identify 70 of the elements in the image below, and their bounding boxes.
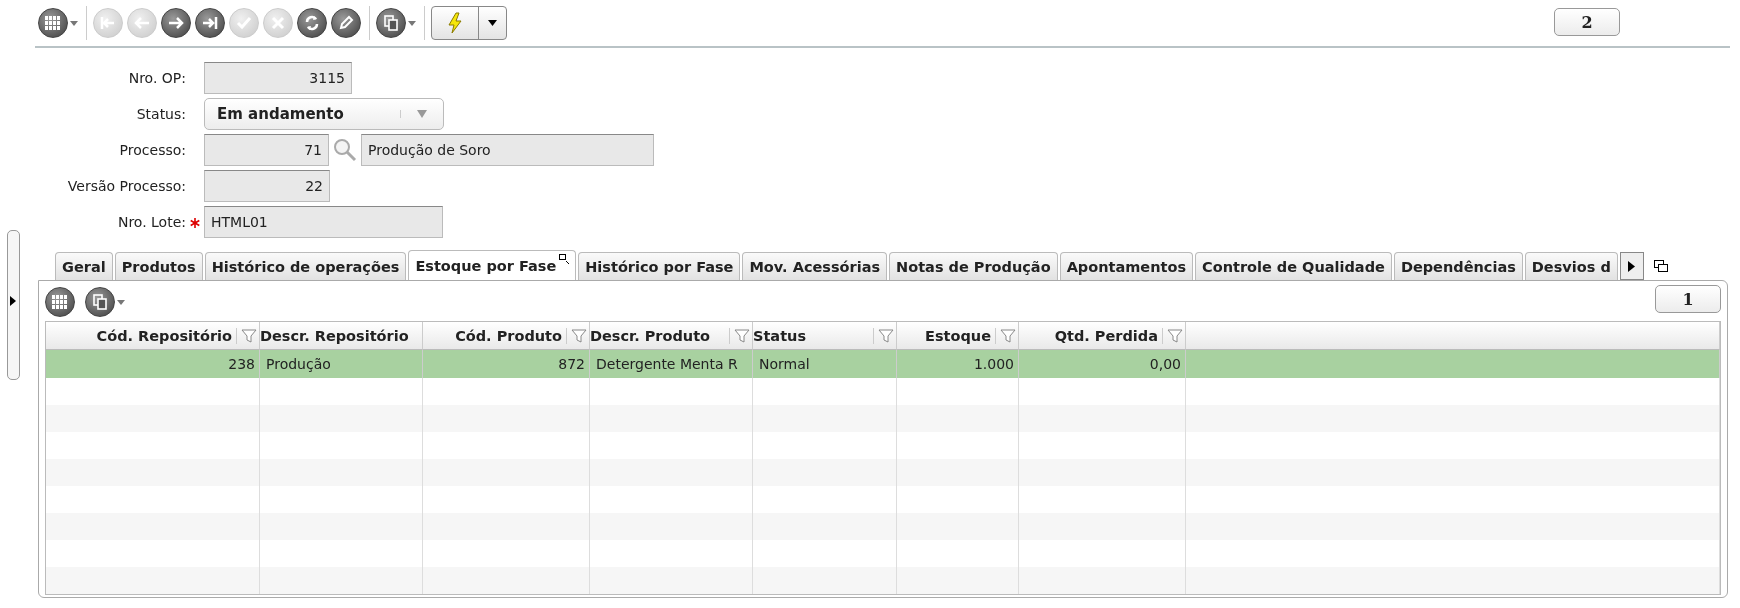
caret-icon [488, 20, 497, 26]
caret-right-icon [10, 296, 16, 306]
column-header[interactable]: Estoque [897, 322, 1019, 350]
tab[interactable]: Histórico por Fase [578, 252, 741, 280]
input-field[interactable]: 3115 [204, 62, 352, 94]
arrow-right-icon [168, 16, 184, 30]
tab[interactable]: Apontamentos [1059, 252, 1194, 280]
input-field[interactable]: 22 [204, 170, 330, 202]
tab[interactable]: Dependências [1393, 252, 1523, 280]
last-icon [202, 16, 218, 30]
refresh-button[interactable] [297, 8, 327, 38]
filter-icon[interactable] [995, 327, 1016, 344]
arrow-left-icon [134, 16, 150, 30]
pencil-icon [338, 15, 354, 31]
column-header[interactable]: Qtd. Perdida [1019, 322, 1186, 350]
description-field: Produção de Soro [361, 134, 654, 166]
side-panel-handle[interactable] [7, 230, 20, 380]
tab[interactable]: Estoque por Fase [408, 250, 577, 280]
input-field[interactable]: HTML01 [204, 206, 443, 238]
lightning-icon [447, 12, 463, 34]
last-record-button[interactable] [195, 8, 225, 38]
copy-icon [383, 15, 399, 31]
column-header[interactable]: Cód. Repositório [46, 322, 260, 350]
field-label: Nro. Lote: [116, 214, 186, 230]
asterisk-icon [190, 217, 200, 228]
tab[interactable]: Geral [55, 252, 113, 280]
status-select[interactable]: Em andamento [204, 98, 444, 130]
first-icon [100, 16, 116, 30]
filter-icon[interactable] [236, 327, 257, 344]
filter-icon[interactable] [566, 327, 587, 344]
copy-button[interactable] [376, 8, 406, 38]
caret-icon [408, 20, 416, 26]
copy-icon [92, 294, 108, 310]
grid-icon [45, 16, 61, 30]
refresh-icon [304, 15, 320, 31]
page-badge: 1 [1655, 285, 1721, 313]
page-badge: 2 [1554, 8, 1620, 36]
tab[interactable]: Notas de Produção [889, 252, 1058, 280]
column-header[interactable]: Status [753, 322, 897, 350]
tab[interactable]: Histórico de operações [204, 252, 407, 280]
tab[interactable]: Mov. Acessórias [742, 252, 888, 280]
tab[interactable]: Desvios d [1524, 252, 1618, 280]
scroll-tabs-button[interactable] [1619, 252, 1644, 280]
tab[interactable]: Produtos [114, 252, 203, 280]
field-label: Status: [135, 106, 186, 122]
windows-icon[interactable] [1653, 260, 1668, 272]
column-header[interactable]: Cód. Produto [423, 322, 590, 350]
edit-button[interactable] [331, 8, 361, 38]
field-label: Versão Processo: [66, 178, 186, 194]
column-header[interactable]: Descr. Produto [590, 322, 753, 350]
search-icon[interactable] [333, 138, 357, 162]
grid-menu-button[interactable] [45, 287, 75, 317]
grid-menu-button[interactable] [38, 8, 68, 38]
filter-icon[interactable] [1162, 327, 1183, 344]
filter-icon[interactable] [729, 327, 750, 344]
caret-icon [117, 299, 125, 305]
field-label: Processo: [118, 142, 186, 158]
caret-icon [70, 20, 78, 26]
filter-icon[interactable] [873, 327, 894, 344]
popout-icon [559, 254, 570, 264]
close-icon [270, 16, 286, 30]
check-icon [236, 16, 252, 30]
caret-right-icon [1628, 260, 1636, 272]
column-header[interactable]: Descr. Repositório [260, 322, 423, 350]
grid-icon [52, 295, 68, 309]
copy-button[interactable] [85, 287, 115, 317]
next-record-button[interactable] [161, 8, 191, 38]
field-label: Nro. OP: [127, 70, 186, 86]
tab[interactable]: Controle de Qualidade [1195, 252, 1392, 280]
input-field[interactable]: 71 [204, 134, 329, 166]
